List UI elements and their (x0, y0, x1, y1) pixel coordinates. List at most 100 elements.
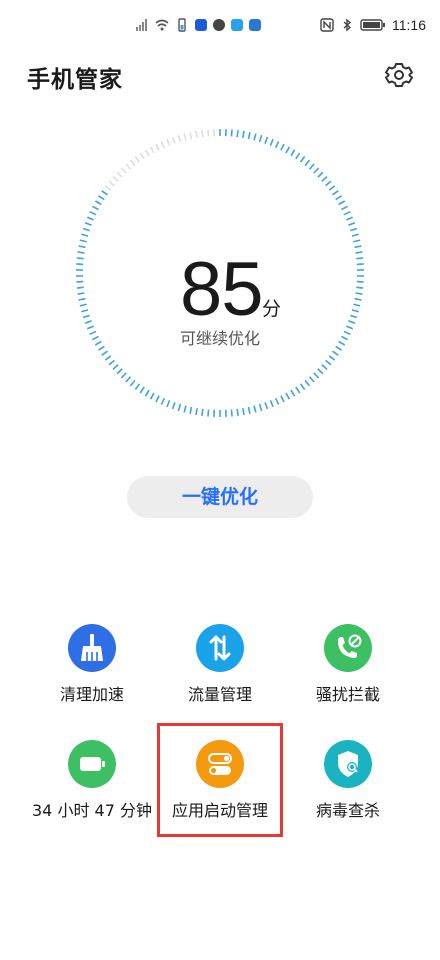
settings-button[interactable] (382, 58, 416, 92)
dial-tick-active (108, 359, 115, 366)
dial-tick-active (285, 392, 291, 400)
dial-tick-active (299, 383, 306, 390)
dial-tick-active (116, 368, 123, 375)
dial-tick-inactive (189, 131, 193, 140)
dial-tick-active (269, 400, 274, 408)
score-subtitle: 可继续优化 (179, 329, 260, 348)
broom-icon (68, 624, 116, 672)
dial-tick-active (353, 239, 361, 243)
dial-tick-active (351, 309, 359, 313)
dial-tick-active (328, 185, 336, 191)
dial-tick-active (81, 309, 89, 313)
dial-tick-active (160, 397, 166, 405)
tool-harassment-block[interactable]: 骚扰拦截 (278, 624, 418, 706)
dial-tick-active (207, 409, 210, 417)
dial-tick-active (308, 376, 315, 383)
dial-tick-active (76, 286, 84, 289)
dial-tick-active (129, 379, 136, 387)
dial-tick-active (317, 368, 324, 375)
dial-tick-active (280, 395, 285, 403)
dial-tick-active (155, 395, 160, 403)
dial-tick-active (269, 138, 274, 146)
tool-virus-scan[interactable]: 病毒查杀 (278, 740, 418, 822)
dial-tick-active (313, 167, 320, 174)
dial-tick-active (183, 405, 187, 413)
dial-tick-active (97, 195, 105, 201)
dial-tick-active (236, 130, 239, 138)
dial-tick-active (84, 222, 92, 226)
tool-label: 34 小时 47 分钟 (32, 801, 152, 820)
highlight-annotation (157, 723, 283, 837)
dial-tick-active (84, 320, 92, 324)
dial-tick-active (325, 359, 332, 366)
nfc-icon (320, 18, 334, 32)
dial-tick-active (253, 405, 257, 413)
header: 手机管家 (0, 48, 440, 104)
dial-tick-inactive (104, 185, 112, 191)
dial-tick-active (236, 408, 239, 416)
dial-tick-inactive (134, 156, 141, 163)
dial-tick-inactive (195, 130, 198, 139)
dial-tick-active (304, 159, 311, 167)
status-left-icons (135, 14, 261, 36)
dial-tick-active (258, 134, 263, 143)
score-unit: 分 (262, 298, 282, 320)
dial-tick-active (295, 152, 301, 160)
dial-tick-active (351, 233, 359, 237)
wifi-icon (155, 19, 169, 31)
dial-tick-active (230, 409, 233, 417)
one-tap-optimize-button[interactable]: 一键优化 (127, 476, 313, 518)
dial-tick-active (247, 406, 251, 415)
dial-tick-active (125, 376, 132, 383)
dial-tick-active (144, 389, 150, 397)
dial-tick-active (149, 392, 155, 400)
dial-tick-inactive (149, 146, 155, 154)
dial-tick-active (321, 364, 328, 370)
tool-data-management[interactable]: 流量管理 (150, 624, 290, 706)
dial-tick-active (101, 190, 108, 196)
dial-tick-active (348, 320, 356, 324)
dial-tick-active (290, 149, 296, 157)
dial-tick-active (104, 355, 112, 361)
dial-tick-active (295, 386, 301, 394)
bluetooth-icon (343, 18, 352, 32)
dial-tick-active (253, 133, 257, 141)
dial-tick-inactive (144, 149, 150, 157)
tool-label: 骚扰拦截 (315, 685, 380, 704)
dial-tick-active (94, 200, 102, 206)
dial-tick-active (350, 314, 358, 319)
dial-tick-active (354, 297, 362, 301)
dial-tick-active (274, 397, 280, 405)
status-right-icons: 11:16 (320, 14, 426, 36)
tool-label: 病毒查杀 (315, 801, 380, 820)
dial-tick-active (195, 407, 198, 416)
bluetooth-app-icon (195, 19, 207, 31)
dial-tick-inactive (155, 143, 160, 151)
dial-tick-inactive (160, 141, 166, 149)
dial-tick-active (348, 222, 356, 226)
dial-tick-active (139, 386, 145, 394)
dial-tick-inactive (125, 163, 132, 170)
dial-tick-active (112, 364, 119, 370)
dial-tick-inactive (120, 167, 127, 174)
dial-tick-inactive (129, 159, 136, 167)
dial-tick-inactive (207, 129, 210, 137)
blocked-call-icon (324, 624, 372, 672)
tool-battery[interactable]: 34 小时 47 分钟 (22, 740, 162, 822)
dial-tick-active (77, 292, 85, 295)
page-title: 手机管家 (27, 67, 123, 93)
data-arrows-icon (196, 624, 244, 672)
image-app-icon (231, 19, 243, 31)
dial-tick-active (308, 163, 315, 170)
dial-tick-active (92, 205, 99, 211)
dial-tick-active (258, 403, 263, 412)
dial-tick-active (89, 210, 97, 216)
dial-tick-active (354, 245, 362, 249)
tool-clean-speedup[interactable]: 清理加速 (22, 624, 162, 706)
dial-tick-inactive (108, 180, 115, 187)
dial-tick-active (78, 245, 86, 249)
dial-tick-inactive (166, 138, 171, 146)
dial-tick-active (355, 251, 363, 254)
dial-tick-active (76, 257, 84, 260)
dial-tick-active (78, 297, 86, 301)
